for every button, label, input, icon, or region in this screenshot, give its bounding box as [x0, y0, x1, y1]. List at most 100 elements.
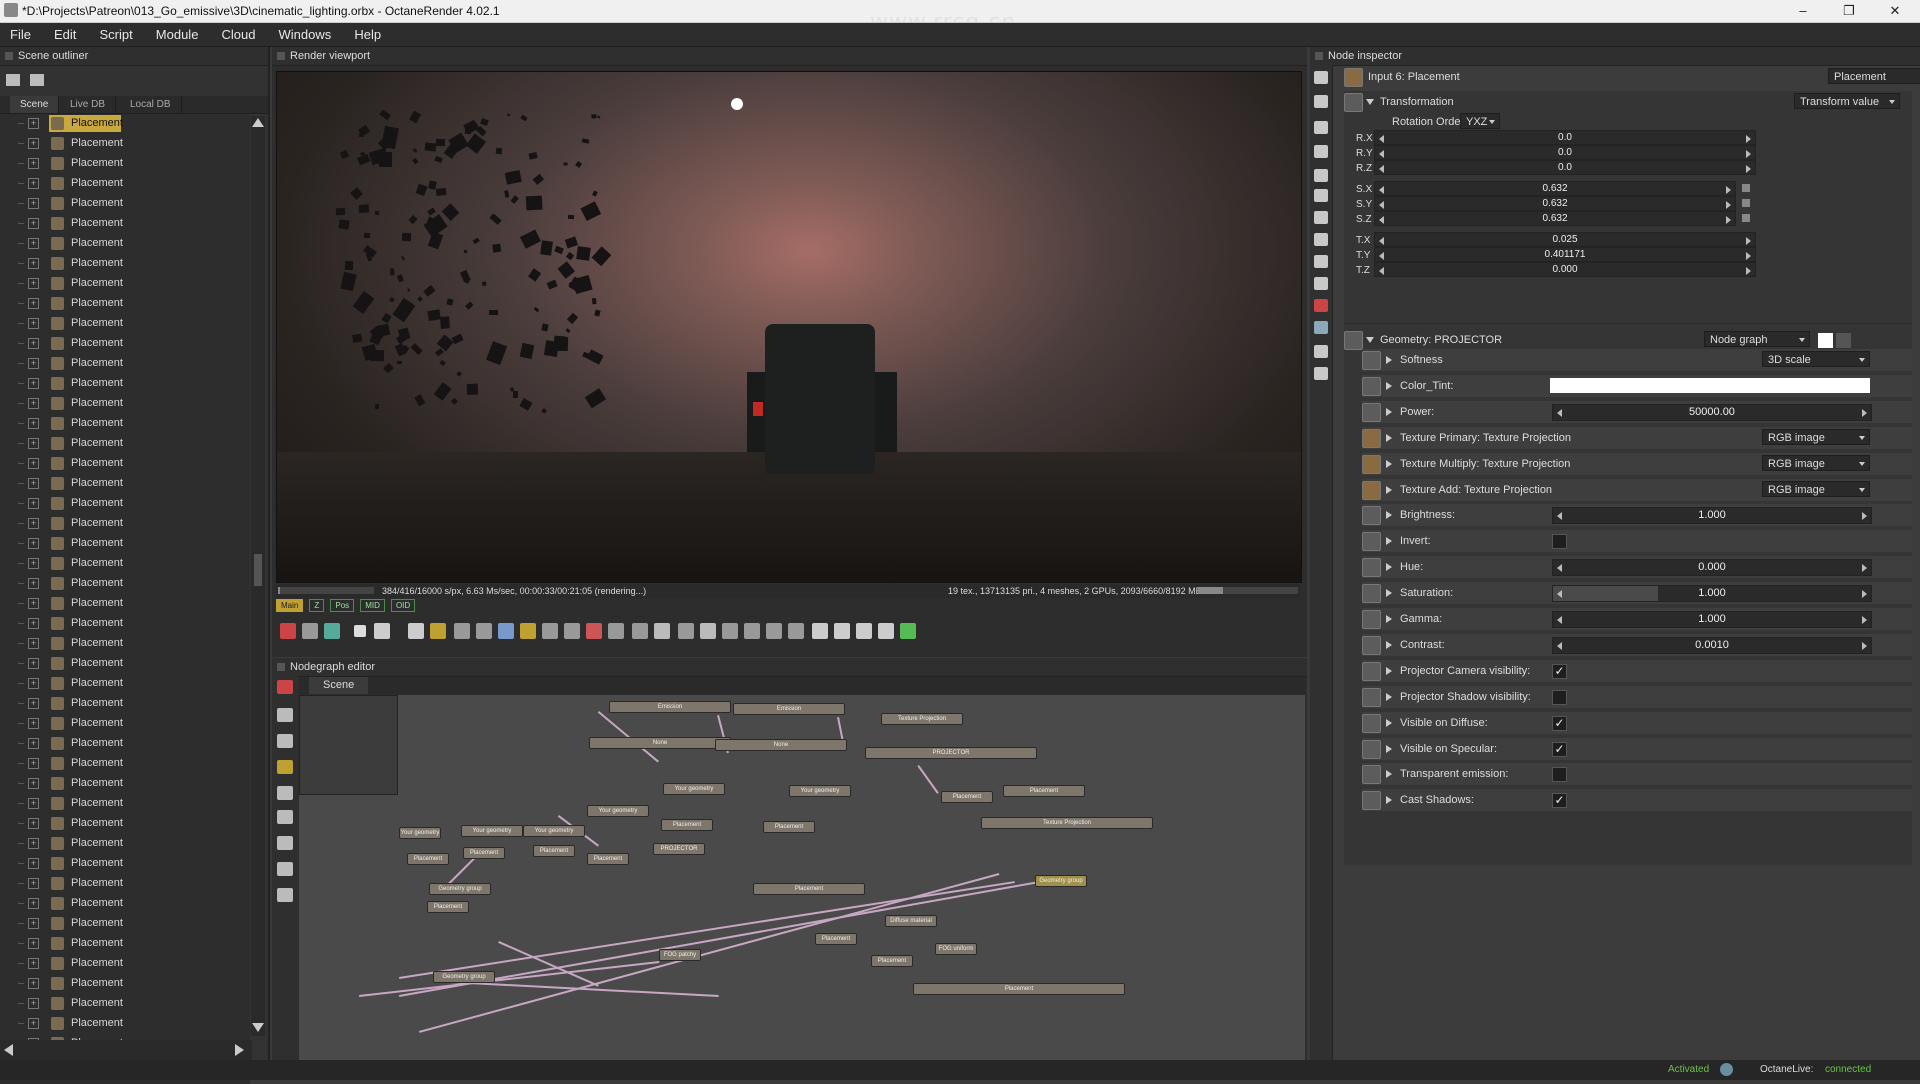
transform-sz-slider[interactable]: 0.632	[1374, 211, 1736, 226]
tree-item-placement[interactable]: + Placement	[0, 714, 250, 734]
param-pin-icon[interactable]	[1362, 428, 1381, 448]
object-picker-icon[interactable]	[586, 623, 602, 639]
scroll-right-icon[interactable]	[235, 1044, 244, 1056]
tree-item-placement[interactable]: + Placement	[0, 194, 250, 214]
expand-icon[interactable]	[1386, 356, 1392, 364]
graph-node[interactable]: Your geometry	[461, 825, 523, 837]
expand-icon[interactable]: +	[28, 798, 39, 809]
tree-item-placement[interactable]: + Placement	[0, 834, 250, 854]
tree-item-placement[interactable]: + Placement	[0, 114, 250, 134]
param-hue-slider[interactable]: 0.000	[1552, 559, 1872, 577]
graph-node[interactable]: Diffuse material	[885, 915, 937, 927]
stop-icon[interactable]	[354, 625, 366, 637]
tree-item-placement[interactable]: + Placement	[0, 134, 250, 154]
tree-item-placement[interactable]: + Placement	[0, 234, 250, 254]
move-icon[interactable]	[834, 623, 850, 639]
graph-node[interactable]: Your geometry	[587, 805, 649, 817]
zoom-icon[interactable]	[632, 623, 648, 639]
table-icon[interactable]	[277, 888, 293, 902]
environment-icon[interactable]	[1314, 169, 1328, 182]
expand-icon[interactable]: +	[28, 758, 39, 769]
pass-main[interactable]: Main	[276, 599, 304, 612]
expand-icon[interactable]	[1386, 666, 1392, 675]
graph-node[interactable]: Emission	[609, 701, 731, 713]
pass-z[interactable]: Z	[309, 599, 325, 612]
fit-icon[interactable]	[654, 623, 670, 639]
tree-item-placement[interactable]: + Placement	[0, 454, 250, 474]
expand-icon[interactable]: +	[28, 638, 39, 649]
expand-icon[interactable]: +	[28, 478, 39, 489]
tab-scene[interactable]: Scene	[10, 96, 60, 113]
param-pin-icon[interactable]	[1362, 610, 1381, 629]
transform-tz-slider[interactable]: 0.000	[1374, 262, 1756, 277]
tree-item-placement[interactable]: + Placement	[0, 294, 250, 314]
scroll-thumb[interactable]	[254, 554, 262, 586]
tree-item-placement[interactable]: + Placement	[0, 774, 250, 794]
expand-icon[interactable]	[1386, 459, 1392, 468]
param-vis-specular-checkbox[interactable]: ✓	[1552, 741, 1567, 757]
graph-icon[interactable]	[1836, 333, 1851, 348]
tree-item-placement[interactable]: + Placement	[0, 734, 250, 754]
param-tex-multiply-dropdown[interactable]: RGB image	[1762, 454, 1870, 471]
minimize-button[interactable]: –	[1780, 0, 1826, 22]
graph-node[interactable]: Placement	[463, 847, 505, 859]
expand-icon[interactable]	[1386, 718, 1392, 727]
expand-icon[interactable]: +	[28, 878, 39, 889]
tree-item-placement[interactable]: + Placement	[0, 674, 250, 694]
expand-icon[interactable]: +	[28, 238, 39, 249]
image-icon[interactable]	[1314, 345, 1328, 358]
menu-help[interactable]: Help	[344, 23, 391, 46]
imager-icon[interactable]	[1314, 189, 1328, 202]
compare-icon[interactable]	[766, 623, 782, 639]
param-pin-icon[interactable]	[1362, 661, 1381, 681]
material-picker-icon[interactable]	[564, 623, 580, 639]
expand-icon[interactable]	[1386, 640, 1392, 649]
tree-item-placement[interactable]: + Placement	[0, 414, 250, 434]
graph-node[interactable]: Placement	[1003, 785, 1085, 797]
pass-mid[interactable]: MID	[360, 599, 385, 612]
expand-icon[interactable]: +	[28, 418, 39, 429]
param-power-slider[interactable]: 50000.00	[1552, 403, 1872, 421]
transformation-row[interactable]: Transformation Transform value	[1344, 91, 1912, 113]
refresh-icon[interactable]	[30, 74, 44, 86]
expand-icon[interactable]: +	[28, 458, 39, 469]
expand-icon[interactable]: +	[28, 398, 39, 409]
lock-icon[interactable]	[1742, 184, 1750, 192]
scroll-up-icon[interactable]	[252, 118, 264, 127]
expand-icon[interactable]	[1386, 692, 1392, 701]
sun-icon[interactable]	[1314, 367, 1328, 380]
tree-item-placement[interactable]: + Placement	[0, 494, 250, 514]
param-proj-cam-vis-checkbox[interactable]: ✓	[1552, 663, 1567, 679]
expand-icon[interactable]: +	[28, 778, 39, 789]
param-pin-icon[interactable]	[1362, 506, 1381, 526]
tab-nodegraph-scene[interactable]: Scene	[309, 677, 369, 694]
expand-icon[interactable]: +	[28, 998, 39, 1009]
nodegraph-minimap[interactable]	[299, 695, 398, 795]
param-tex-add-dropdown[interactable]: RGB image	[1762, 480, 1870, 497]
graph-node[interactable]: Placement	[941, 791, 993, 803]
expand-icon[interactable]: +	[28, 358, 39, 369]
color-tint-swatch[interactable]	[1550, 377, 1870, 393]
restart-icon[interactable]	[374, 623, 390, 639]
expand-icon[interactable]: +	[28, 118, 39, 129]
color-picker-icon[interactable]	[498, 623, 514, 639]
tree-item-placement[interactable]: + Placement	[0, 374, 250, 394]
geometry-icon[interactable]	[277, 836, 293, 850]
graph-node[interactable]: PROJECTOR	[865, 747, 1037, 759]
param-brightness-slider[interactable]: 1.000	[1552, 507, 1872, 525]
expand-icon[interactable]: +	[28, 558, 39, 569]
expand-icon[interactable]: +	[28, 158, 39, 169]
expand-icon[interactable]: +	[28, 138, 39, 149]
expand-icon[interactable]: +	[28, 918, 39, 929]
graph-node[interactable]: Placement	[871, 955, 913, 967]
octane-logo-icon[interactable]	[280, 623, 296, 639]
tree-item-placement[interactable]: + Placement	[0, 974, 250, 994]
export-icon[interactable]	[744, 623, 760, 639]
collapse-icon[interactable]	[1366, 337, 1374, 343]
graph-node[interactable]: Placement	[407, 853, 449, 865]
tree-item-placement[interactable]: + Placement	[0, 934, 250, 954]
tree-item-placement[interactable]: + Placement	[0, 694, 250, 714]
expand-icon[interactable]: +	[28, 278, 39, 289]
record-icon[interactable]	[1314, 299, 1328, 312]
play-icon[interactable]	[430, 623, 446, 639]
